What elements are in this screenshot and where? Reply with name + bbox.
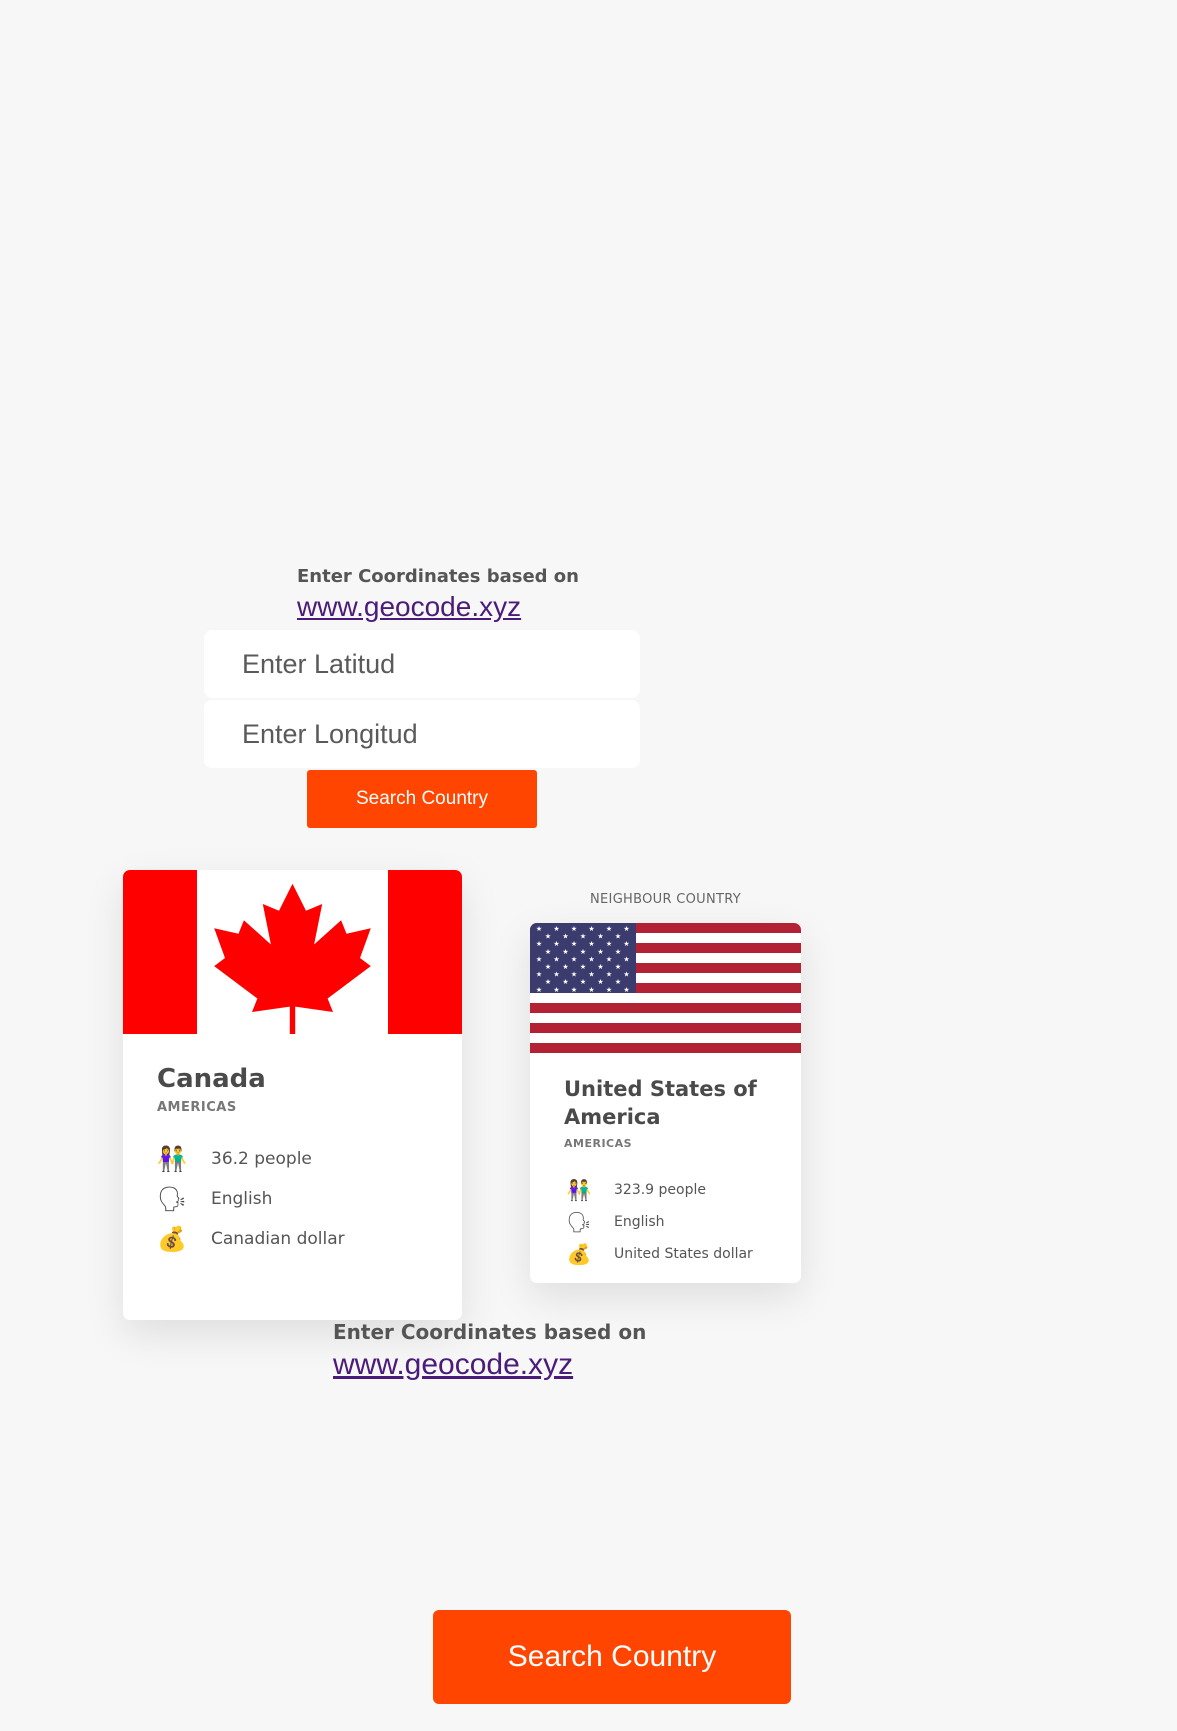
- svg-text:★: ★: [545, 963, 551, 971]
- language-row: 🗣 English: [157, 1179, 428, 1219]
- search-country-button[interactable]: Search Country: [307, 770, 537, 828]
- svg-text:★: ★: [606, 986, 612, 994]
- svg-text:★: ★: [553, 971, 559, 979]
- svg-text:★: ★: [553, 986, 559, 994]
- svg-text:★: ★: [623, 925, 629, 933]
- svg-text:★: ★: [615, 933, 621, 941]
- country-card: Canada AMERICAS 👫 36.2 people 🗣 English …: [123, 870, 462, 1320]
- svg-text:★: ★: [553, 955, 559, 963]
- intro-text: Enter Coordinates based on: [333, 1320, 647, 1344]
- canada-flag-image: [123, 870, 462, 1034]
- intro-text: Enter Coordinates based on: [297, 566, 579, 587]
- population-row: 👫 323.9 people: [564, 1174, 767, 1206]
- money-bag-icon: 💰: [566, 1242, 592, 1266]
- svg-text:★: ★: [562, 963, 568, 971]
- intro-bottom: Enter Coordinates based on www.geocode.x…: [333, 1320, 646, 1382]
- currency-value: Canadian dollar: [211, 1229, 345, 1249]
- country-name: Canada: [157, 1064, 266, 1094]
- population-value: 323.9 people: [614, 1182, 706, 1198]
- svg-text:★: ★: [580, 978, 586, 986]
- svg-text:★: ★: [553, 940, 559, 948]
- currency-value: United States dollar: [614, 1246, 753, 1262]
- svg-text:★: ★: [571, 940, 577, 948]
- search-country-button-large[interactable]: Search Country: [433, 1610, 791, 1704]
- geocode-link[interactable]: www.geocode.xyz: [333, 1348, 646, 1382]
- svg-text:★: ★: [623, 971, 629, 979]
- intro-top: Enter Coordinates based on www.geocode.x…: [297, 566, 579, 623]
- money-bag-icon: 💰: [157, 1225, 187, 1253]
- people-icon: 👫: [566, 1178, 592, 1202]
- svg-text:★: ★: [562, 933, 568, 941]
- svg-text:★: ★: [545, 933, 551, 941]
- longitude-input[interactable]: [204, 700, 640, 768]
- language-value: English: [614, 1214, 665, 1230]
- svg-text:★: ★: [536, 940, 542, 948]
- svg-text:★: ★: [588, 955, 594, 963]
- svg-text:★: ★: [580, 948, 586, 956]
- population-row: 👫 36.2 people: [157, 1139, 428, 1179]
- population-value: 36.2 people: [211, 1149, 312, 1169]
- currency-row: 💰 Canadian dollar: [157, 1219, 428, 1259]
- svg-text:★: ★: [571, 955, 577, 963]
- svg-text:★: ★: [588, 940, 594, 948]
- speaking-head-icon: 🗣: [566, 1210, 592, 1234]
- svg-text:★: ★: [562, 948, 568, 956]
- svg-text:★: ★: [580, 963, 586, 971]
- neighbour-label: NEIGHBOUR COUNTRY: [590, 892, 741, 907]
- svg-text:★: ★: [606, 955, 612, 963]
- svg-text:★: ★: [536, 925, 542, 933]
- svg-text:★: ★: [597, 948, 603, 956]
- svg-text:★: ★: [623, 955, 629, 963]
- svg-text:★: ★: [606, 925, 612, 933]
- currency-row: 💰 United States dollar: [564, 1238, 767, 1270]
- svg-text:★: ★: [536, 971, 542, 979]
- svg-text:★: ★: [545, 978, 551, 986]
- svg-text:★: ★: [588, 986, 594, 994]
- svg-text:★: ★: [615, 963, 621, 971]
- svg-text:★: ★: [571, 971, 577, 979]
- svg-text:★: ★: [562, 978, 568, 986]
- neighbour-name: United States of America: [564, 1077, 757, 1129]
- language-value: English: [211, 1189, 273, 1209]
- page: Enter Coordinates based on www.geocode.x…: [0, 0, 1177, 1731]
- svg-text:★: ★: [597, 963, 603, 971]
- neighbour-region: AMERICAS: [564, 1137, 633, 1150]
- svg-text:★: ★: [588, 925, 594, 933]
- geocode-link[interactable]: www.geocode.xyz: [297, 591, 579, 623]
- speaking-head-icon: 🗣: [156, 1185, 188, 1213]
- svg-text:★: ★: [571, 925, 577, 933]
- svg-text:★: ★: [588, 971, 594, 979]
- svg-text:★: ★: [606, 940, 612, 948]
- svg-text:★: ★: [553, 925, 559, 933]
- svg-text:★: ★: [623, 986, 629, 994]
- country-region: AMERICAS: [157, 1100, 237, 1115]
- svg-text:★: ★: [545, 948, 551, 956]
- svg-text:★: ★: [536, 955, 542, 963]
- svg-text:★: ★: [606, 971, 612, 979]
- usa-flag-image: ★ ★ ★ ★ ★ ★★ ★ ★ ★ ★★ ★ ★ ★ ★ ★★ ★ ★ ★ ★★ ★ ★ ★ ★ ★★ ★ ★ ★ ★★ ★ ★ ★ ★ ★★…: [530, 923, 801, 1053]
- svg-text:★: ★: [615, 978, 621, 986]
- svg-text:★: ★: [597, 978, 603, 986]
- people-icon: 👫: [157, 1145, 187, 1173]
- svg-text:★: ★: [571, 986, 577, 994]
- neighbour-card: ★ ★ ★ ★ ★ ★ ★ ★ ★ ★ ★ ★ ★ ★ ★ ★ ★ ★ ★ ★ ★ ★ ★ ★ ★ ★ ★ ★ ★ ★ ★ ★ ★ ★ ★ ★ ★ ★ ★ ★…: [530, 923, 801, 1283]
- svg-text:★: ★: [536, 986, 542, 994]
- svg-text:★: ★: [623, 940, 629, 948]
- latitude-input[interactable]: [204, 630, 640, 698]
- svg-text:★: ★: [580, 933, 586, 941]
- language-row: 🗣 English: [564, 1206, 767, 1238]
- svg-text:★: ★: [597, 933, 603, 941]
- svg-text:★: ★: [615, 948, 621, 956]
